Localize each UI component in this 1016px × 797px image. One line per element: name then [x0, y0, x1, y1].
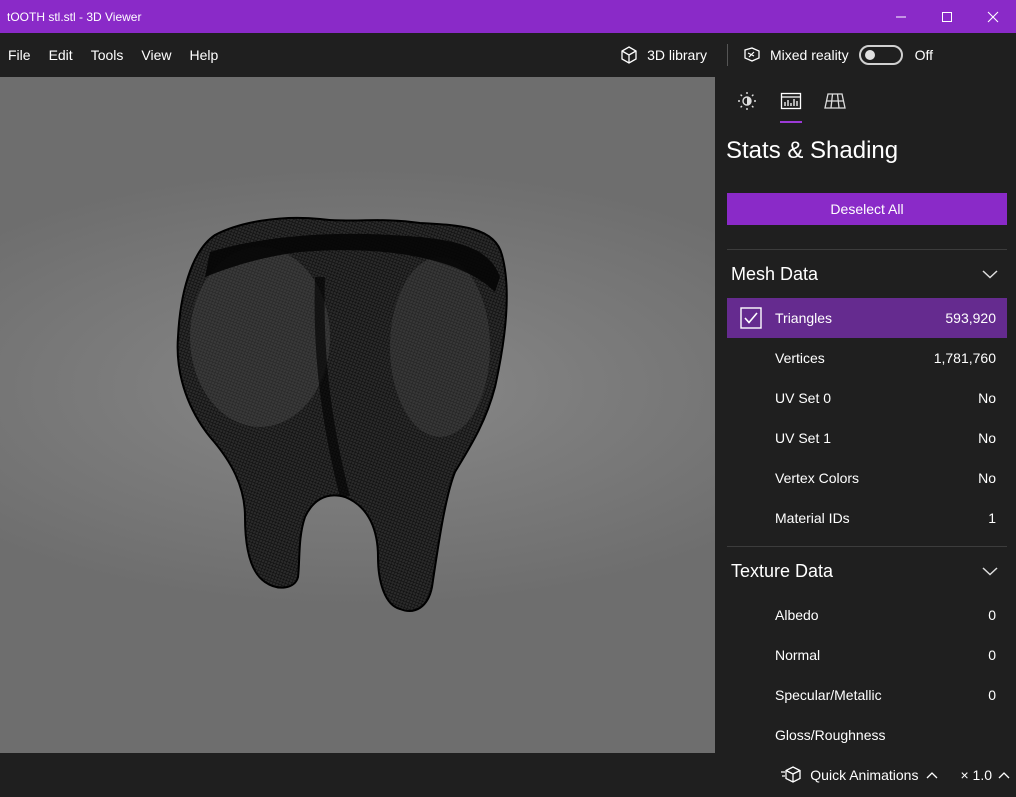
mesh-row-vertex-colors[interactable]: Vertex Colors No	[727, 458, 1007, 498]
menu-divider	[726, 44, 728, 66]
row-value: No	[978, 430, 996, 446]
mesh-row-triangles[interactable]: Triangles 593,920	[727, 298, 1007, 338]
panel-tabs	[715, 77, 1016, 125]
panel-title: Stats & Shading	[726, 137, 899, 164]
triangles-checkbox[interactable]	[727, 307, 775, 329]
texture-data-title: Texture Data	[731, 560, 834, 581]
3d-viewport[interactable]	[0, 77, 715, 753]
animation-speed-label: × 1.0	[960, 767, 992, 783]
texture-row-normal[interactable]: Normal 0	[727, 635, 1007, 675]
menu-tools[interactable]: Tools	[82, 33, 133, 77]
row-value: 593,920	[945, 310, 996, 326]
mesh-row-vertices[interactable]: Vertices 1,781,760	[727, 338, 1007, 378]
toggle-knob	[864, 50, 875, 60]
lighting-icon	[738, 92, 756, 110]
cube-icon	[621, 46, 637, 64]
row-label: Albedo	[775, 607, 819, 623]
checkmark-icon	[740, 307, 762, 329]
tooth-model[interactable]	[0, 77, 715, 753]
quick-animations-button[interactable]: Quick Animations	[780, 766, 938, 784]
close-icon	[987, 11, 999, 22]
quick-animations-label: Quick Animations	[810, 767, 919, 783]
row-value: 0	[988, 687, 996, 703]
tab-grid[interactable]	[813, 77, 857, 125]
close-button[interactable]	[970, 0, 1016, 33]
toggle-state-label: Off	[914, 47, 933, 63]
stats-icon	[780, 92, 802, 110]
maximize-button[interactable]	[924, 0, 970, 33]
mesh-row-material-ids[interactable]: Material IDs 1	[727, 498, 1007, 538]
row-label: UV Set 1	[775, 430, 832, 446]
row-label: Material IDs	[775, 510, 850, 526]
mesh-row-uv-set-0[interactable]: UV Set 0 No	[727, 378, 1007, 418]
mixed-reality-button[interactable]: Mixed reality	[736, 33, 853, 77]
3d-library-button[interactable]: 3D library	[607, 33, 719, 77]
deselect-all-button[interactable]: Deselect All	[727, 193, 1007, 225]
menu-edit[interactable]: Edit	[40, 33, 82, 77]
stats-panel: Stats & Shading Deselect All Mesh Data T…	[715, 77, 1016, 753]
window-title: tOOTH stl.stl - 3D Viewer	[7, 9, 142, 24]
row-label: UV Set 0	[775, 390, 832, 406]
mixed-reality-icon	[744, 47, 760, 62]
chevron-up-icon	[998, 772, 1010, 779]
row-value: 0	[988, 607, 996, 623]
row-label: Triangles	[775, 310, 833, 326]
texture-row-gloss-roughness[interactable]: Gloss/Roughness	[727, 715, 1007, 753]
minimize-button[interactable]	[878, 0, 924, 33]
menu-file[interactable]: File	[0, 33, 40, 77]
row-value: 1	[988, 510, 996, 526]
texture-row-albedo[interactable]: Albedo 0	[727, 595, 1007, 635]
texture-data-header[interactable]: Texture Data	[715, 547, 1016, 595]
grid-icon	[824, 93, 846, 109]
animation-speed-button[interactable]: × 1.0	[960, 767, 1010, 783]
mixed-reality-toggle[interactable]	[858, 45, 903, 65]
tab-lighting[interactable]	[725, 77, 769, 125]
chevron-up-icon	[927, 772, 938, 779]
3d-library-label: 3D library	[647, 47, 707, 63]
mixed-reality-label: Mixed reality	[769, 47, 849, 63]
title-bar: tOOTH stl.stl - 3D Viewer	[0, 0, 1016, 33]
row-value: 0	[988, 647, 996, 663]
maximize-icon	[942, 11, 952, 22]
row-label: Vertex Colors	[775, 470, 860, 486]
bottom-bar: Quick Animations × 1.0	[0, 753, 1016, 797]
mesh-data-title: Mesh Data	[731, 263, 819, 284]
row-value: 1,781,760	[933, 350, 996, 366]
mesh-data-header[interactable]: Mesh Data	[715, 250, 1016, 298]
row-value: No	[978, 390, 996, 406]
menu-view[interactable]: View	[132, 33, 180, 77]
tab-stats[interactable]	[769, 77, 813, 125]
row-label: Specular/Metallic	[775, 687, 882, 703]
mesh-row-uv-set-1[interactable]: UV Set 1 No	[727, 418, 1007, 458]
row-label: Gloss/Roughness	[775, 727, 886, 743]
menu-help[interactable]: Help	[180, 33, 227, 77]
chevron-down-icon	[982, 270, 998, 279]
menu-bar: File Edit Tools View Help 3D library Mix…	[0, 33, 1016, 77]
row-label: Normal	[775, 647, 821, 663]
animation-cube-icon	[781, 766, 801, 783]
row-label: Vertices	[775, 350, 825, 366]
chevron-down-icon	[982, 567, 998, 576]
minimize-icon	[896, 16, 906, 17]
texture-row-specular-metallic[interactable]: Specular/Metallic 0	[727, 675, 1007, 715]
row-value: No	[978, 470, 996, 486]
